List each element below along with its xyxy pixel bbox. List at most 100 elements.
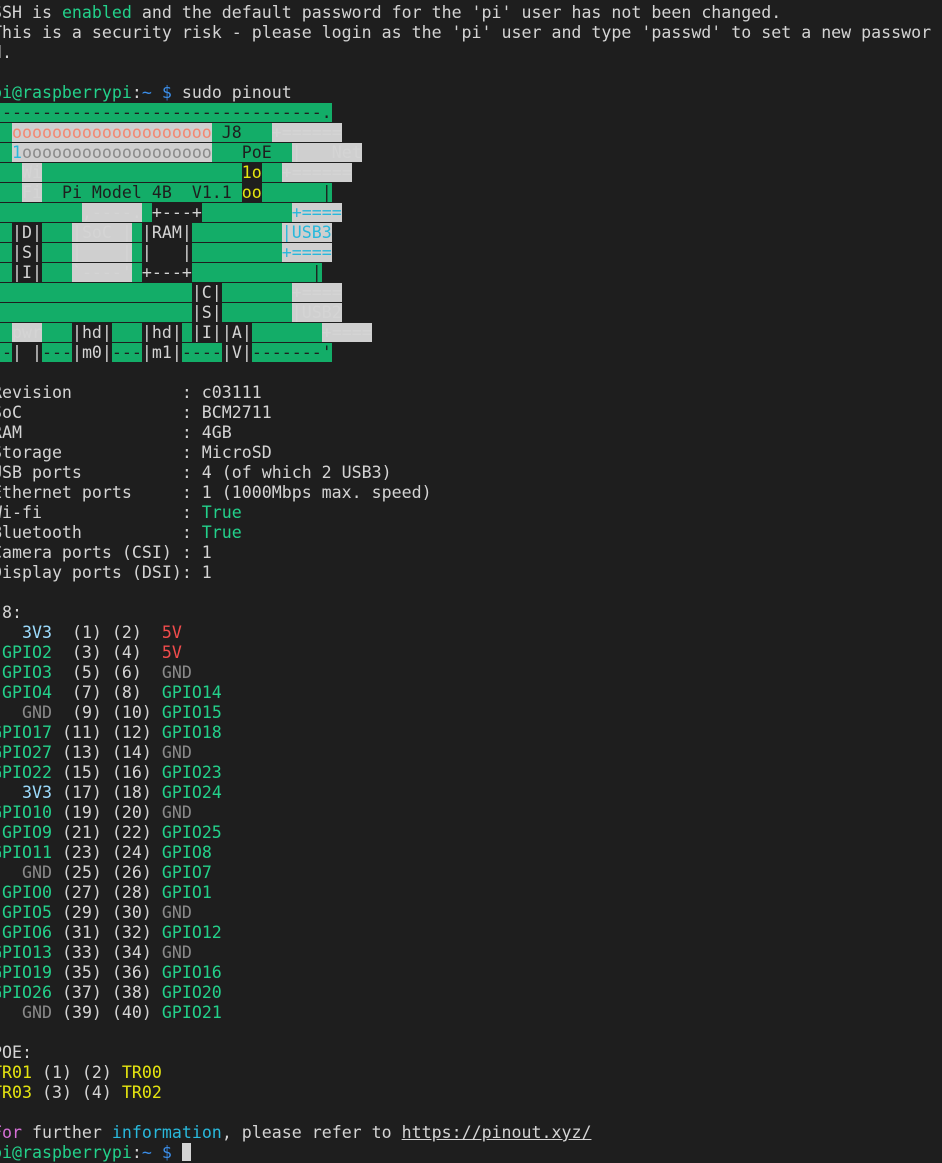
terminal-text: GND [21,1003,52,1022]
terminal-text: GPIO12 [161,923,222,942]
terminal-text: | | [141,243,192,262]
terminal-text: -------' [251,343,332,362]
terminal-text: |RAM| [141,223,192,242]
terminal-text [41,263,72,282]
terminal-line: GPIO22 (15) (16) GPIO23 [0,763,931,783]
terminal-text: | [0,163,22,182]
terminal-text: `----' [71,263,132,282]
terminal-text: GPIO21 [161,1003,222,1022]
terminal-text [141,203,152,222]
terminal-text: 3V3 [21,623,52,642]
terminal-text: GPIO18 [161,723,222,742]
terminal-text: (23) (24) [51,843,162,862]
terminal-text: GPIO15 [161,703,222,722]
terminal-line: | |D| |SoC | |RAM| |USB3 [0,223,931,243]
terminal-output[interactable]: SSH is enabled and the default password … [0,3,931,1163]
terminal-text: --- [111,343,142,362]
terminal-text: GPIO7 [161,863,212,882]
terminal-text: GPIO5 [1,903,52,922]
terminal-line: GPIO2 (3) (4) 5V [0,643,931,663]
terminal-text: | [0,323,12,342]
terminal-line: GPIO27 (13) (14) GND [0,743,931,763]
terminal-text: (3) (4) [51,643,162,662]
terminal-text: |hd| [71,323,112,342]
terminal-text: `- [0,343,12,362]
terminal-text: GPIO14 [161,683,222,702]
terminal-text: Ethernet ports : 1 (1000Mbps max. speed) [0,483,432,502]
terminal-text: GND [161,663,192,682]
terminal-line: GPIO26 (37) (38) GPIO20 [0,983,931,1003]
terminal-text [41,243,72,262]
terminal-text: GPIO27 [0,743,52,762]
terminal-line: `-| |---|m0|---|m1|----|V|-------' [0,343,931,363]
terminal-text: +==== [281,243,332,262]
terminal-line: | |S| | | | | +==== [0,243,931,263]
terminal-text: ,--------------------------------. [0,103,332,122]
terminal-line: RAM : 4GB [0,423,931,443]
terminal-text: |C| [191,283,222,302]
terminal-line: Revision : c03111 [0,383,931,403]
terminal-line: GPIO9 (21) (22) GPIO25 [0,823,931,843]
terminal-text: ~ $ [141,1143,172,1162]
terminal-text: J8: [0,603,22,622]
terminal-text: | [0,303,192,322]
terminal-text [221,303,292,322]
terminal-text: Bluetooth : [0,523,202,542]
terminal-text: | [0,143,12,162]
terminal-text: GPIO19 [0,963,52,982]
terminal-text [221,283,292,302]
terminal-text: GPIO26 [0,983,52,1002]
terminal-text: further [21,1123,112,1142]
terminal-text: |m0| [71,343,112,362]
terminal-text: 5V [161,643,182,662]
terminal-text: pi@raspberrypi [0,83,132,102]
terminal-line: J8: [0,603,931,623]
terminal-line: USB ports : 4 (of which 2 USB3) [0,463,931,483]
terminal-text: (13) (14) [51,743,162,762]
terminal-text: enabled [61,3,132,22]
terminal-line: d. [0,43,931,63]
terminal-text [261,163,282,182]
terminal-text: GND [161,903,192,922]
terminal-line: GND (9) (10) GPIO15 [0,703,931,723]
terminal-line: GPIO3 (5) (6) GND [0,663,931,683]
link-text[interactable]: https://pinout.xyz/ [402,1123,592,1142]
terminal-text: GPIO8 [161,843,212,862]
terminal-text: | [0,283,192,302]
terminal-text: |I||A| [191,323,252,342]
terminal-text: SoC : BCM2711 [0,403,272,422]
terminal-text: | [0,183,22,202]
terminal-text: | Net [291,143,362,162]
terminal-line: | 1ooooooooooooooooooo PoE | Net [0,143,931,163]
terminal-line: | ,----. +---+ +==== [0,203,931,223]
terminal-text: True [201,523,242,542]
terminal-text: (1) (2) [31,1063,122,1082]
terminal-text: RAM : 4GB [0,423,232,442]
terminal-text: GPIO22 [0,763,52,782]
terminal-line: ,--------------------------------. [0,103,931,123]
terminal-text: |D| [11,223,42,242]
terminal-text: (31) (32) [51,923,162,942]
terminal-text [191,223,282,242]
terminal-text: Fi [21,183,42,202]
terminal-text: GND [21,863,52,882]
terminal-text: Wi [21,163,42,182]
terminal-text: GPIO10 [0,803,52,822]
terminal-line: Storage : MicroSD [0,443,931,463]
terminal-line: GPIO19 (35) (36) GPIO16 [0,963,931,983]
terminal-text: pwr [11,323,42,342]
terminal-text: (7) (8) [51,683,162,702]
terminal-text: | [0,123,12,142]
terminal-text: | | [11,343,42,362]
terminal-line: SSH is enabled and the default password … [0,3,931,23]
terminal-text: GPIO11 [0,843,52,862]
terminal-line: For further information, please refer to… [0,1123,931,1143]
terminal-line: TR03 (3) (4) TR02 [0,1083,931,1103]
terminal-text: | | [71,243,132,262]
terminal-text: , please refer to [221,1123,402,1142]
terminal-line: Bluetooth : True [0,523,931,543]
